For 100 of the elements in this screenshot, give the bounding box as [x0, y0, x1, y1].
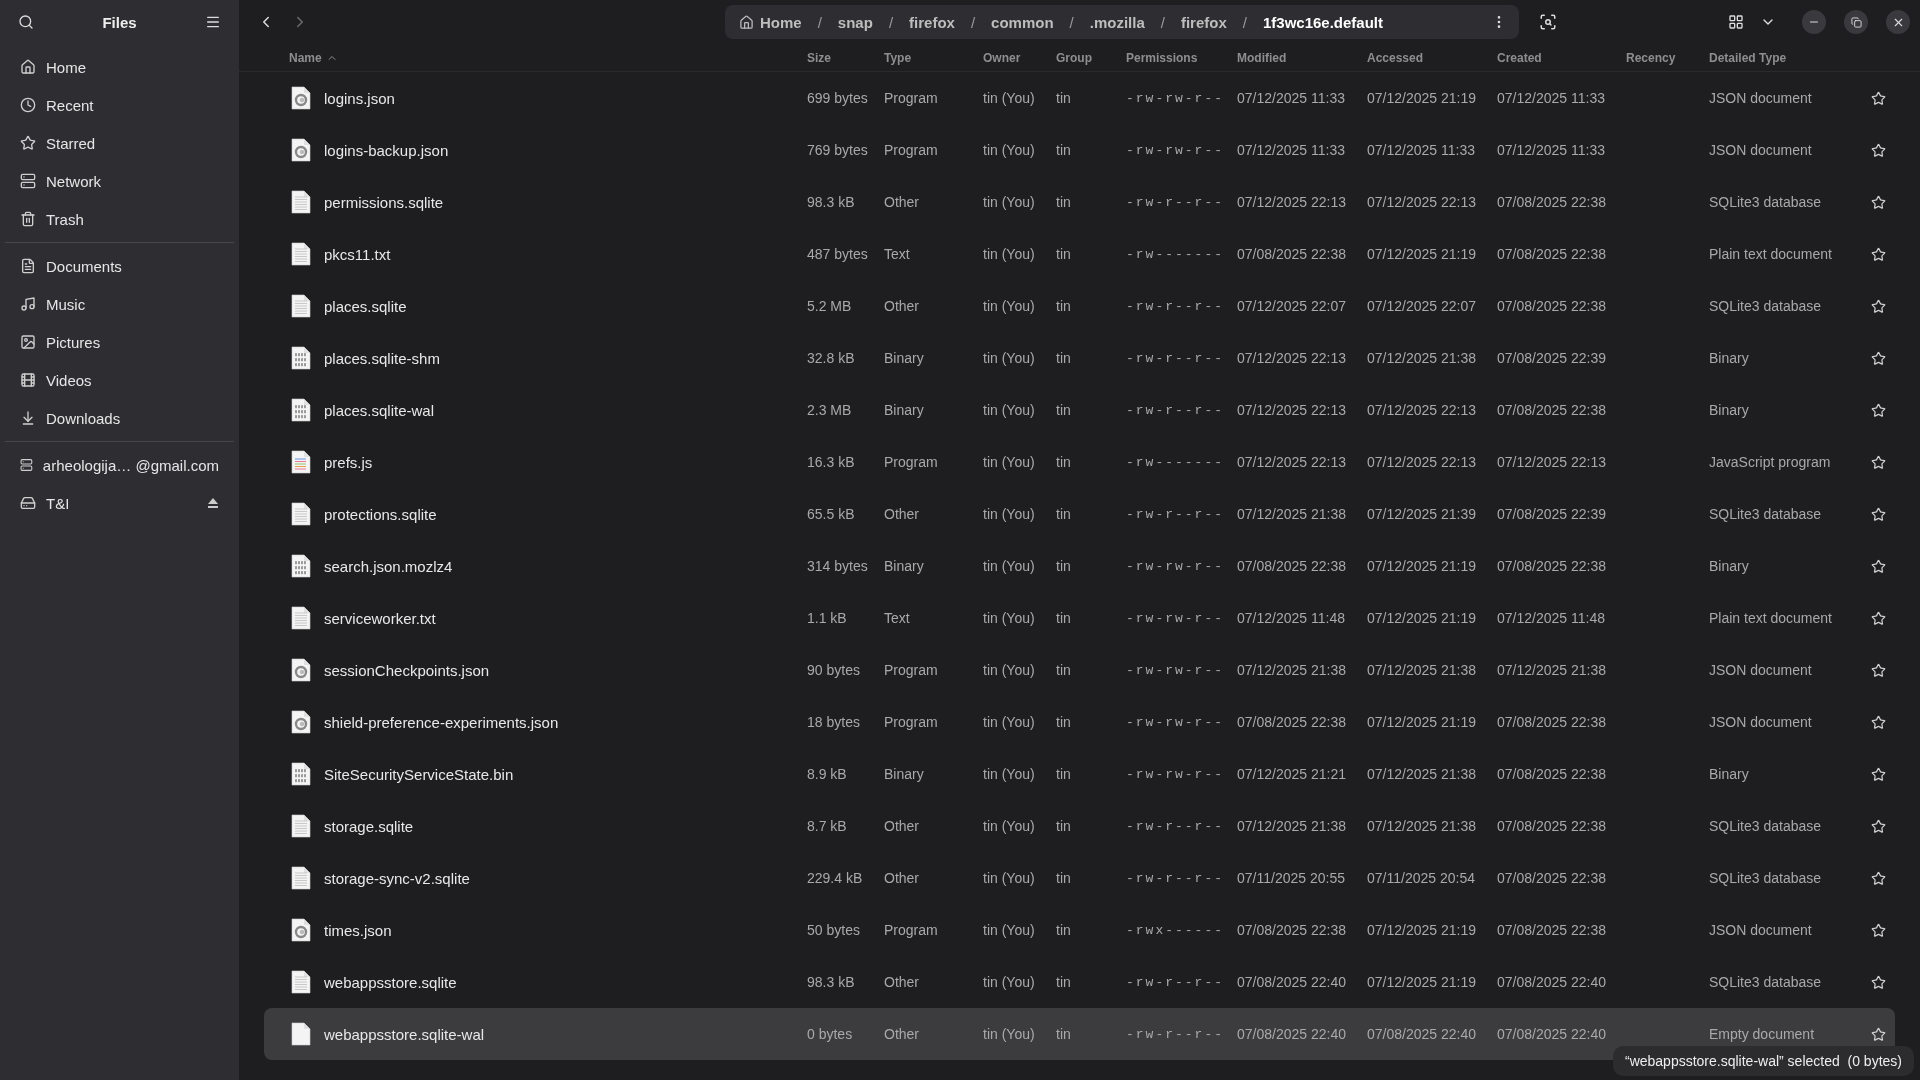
detailed-type: SQLite3 database — [1709, 506, 1823, 522]
path-segment[interactable]: Home — [735, 11, 806, 33]
file-name: places.sqlite-shm — [324, 349, 440, 367]
column-header[interactable]: Type — [884, 50, 983, 65]
file-type: Other — [884, 298, 920, 314]
file-row[interactable]: webappsstore.sqlite 98.3 kB Other tin (You) tin -rw-r--r-- 07/08/2025 22:40 07/12/2025 21:19 07/08/2025 22:40 SQLite3 database — [264, 956, 1895, 1008]
file-row[interactable]: shield-preference-experiments.json 18 bytes Program tin (You) tin -rw-rw-r-- 07/08/2025 22:38 07/12/2025 21:19 07/08/2025 22:38 JSON document — [264, 696, 1895, 748]
path-segment[interactable]: firefox — [1176, 11, 1231, 33]
star-icon — [1871, 298, 1886, 314]
modified-date: 07/12/2025 21:38 — [1237, 818, 1347, 834]
path-segment[interactable]: firefox — [905, 11, 959, 33]
file-size: 229.4 kB — [807, 870, 864, 886]
sidebar-item[interactable]: Videos — [5, 361, 234, 399]
file-row[interactable]: prefs.js 16.3 kB Program tin (You) tin -rw------- 07/12/2025 22:13 07/12/2025 22:13 07/12/2025 22:13 JavaScript program — [264, 436, 1895, 488]
column-header[interactable]: Detailed Type — [1709, 50, 1862, 65]
column-header[interactable]: Group — [1056, 50, 1126, 65]
file-row[interactable]: storage-sync-v2.sqlite 229.4 kB Other tin (You) tin -rw-r--r-- 07/11/2025 20:55 07/11/2025 20:54 07/08/2025 22:38 SQLite3 database — [264, 852, 1895, 904]
sidebar-item[interactable]: Documents — [5, 247, 234, 285]
file-name: storage.sqlite — [324, 817, 414, 835]
detailed-type: JSON document — [1709, 714, 1813, 730]
star-icon — [1871, 142, 1886, 158]
file-size: 50 bytes — [807, 922, 861, 938]
file-size: 98.3 kB — [807, 194, 856, 210]
column-header[interactable]: Created — [1497, 50, 1626, 65]
sidebar-item[interactable]: Network — [5, 162, 234, 200]
modified-date: 07/12/2025 22:07 — [1237, 298, 1347, 314]
column-header[interactable]: Owner — [983, 50, 1056, 65]
maximize-button[interactable] — [1844, 10, 1868, 34]
sidebar-item[interactable]: arheologija… @gmail.com — [5, 446, 234, 484]
detailed-type: SQLite3 database — [1709, 870, 1823, 886]
file-row[interactable]: search.json.mozlz4 314 bytes Binary tin (You) tin -rw-rw-r-- 07/08/2025 22:38 07/12/2025 21:19 07/08/2025 22:38 Binary — [264, 540, 1895, 592]
sidebar-item[interactable]: Recent — [5, 86, 234, 124]
file-name: SiteSecurityServiceState.bin — [324, 765, 514, 783]
path-segment[interactable]: 1f3wc16e.default — [1258, 11, 1387, 33]
clock-icon — [20, 97, 36, 113]
sidebar-item[interactable]: Starred — [5, 124, 234, 162]
modified-date: 07/12/2025 11:33 — [1237, 142, 1346, 158]
detailed-type: Binary — [1709, 350, 1750, 366]
eject-icon[interactable] — [207, 497, 219, 509]
file-icon — [289, 190, 313, 214]
path-segment[interactable]: .mozilla — [1085, 11, 1149, 33]
file-icon — [289, 866, 313, 890]
file-row[interactable]: permissions.sqlite 98.3 kB Other tin (You) tin -rw-r--r-- 07/12/2025 22:13 07/12/2025 22:13 07/08/2025 22:38 SQLite3 database — [264, 176, 1895, 228]
sidebar-item[interactable]: Pictures — [5, 323, 234, 361]
sidebar-label: Videos — [46, 371, 93, 389]
column-header[interactable]: Modified — [1237, 50, 1367, 65]
file-row[interactable]: serviceworker.txt 1.1 kB Text tin (You) tin -rw-rw-r-- 07/12/2025 11:48 07/12/2025 21:19 07/12/2025 11:48 Plain text document — [264, 592, 1895, 644]
file-permissions: -rw-r--r-- — [1126, 1026, 1225, 1042]
path-segment[interactable]: snap — [833, 11, 877, 33]
sidebar-item[interactable]: Home — [5, 48, 234, 86]
file-name: sessionCheckpoints.json — [324, 661, 490, 679]
file-row[interactable]: times.json 50 bytes Program tin (You) tin -rwx------ 07/08/2025 22:38 07/12/2025 21:19 07/08/2025 22:38 JSON document — [264, 904, 1895, 956]
column-header[interactable]: Recency — [1626, 50, 1709, 65]
created-date: 07/08/2025 22:38 — [1497, 766, 1607, 782]
sidebar-item[interactable]: Downloads — [5, 399, 234, 437]
created-date: 07/08/2025 22:38 — [1497, 298, 1607, 314]
minimize-button[interactable] — [1802, 10, 1826, 34]
sidebar-item[interactable]: Trash — [5, 200, 234, 238]
modified-date: 07/08/2025 22:40 — [1237, 974, 1347, 990]
file-row[interactable]: SiteSecurityServiceState.bin 8.9 kB Binary tin (You) tin -rw-rw-r-- 07/12/2025 21:21 07/12/2025 21:38 07/08/2025 22:38 Binary — [264, 748, 1895, 800]
file-type: Binary — [884, 558, 925, 574]
accessed-date: 07/11/2025 20:54 — [1367, 870, 1476, 886]
sidebar-item[interactable]: Music — [5, 285, 234, 323]
file-size: 699 bytes — [807, 90, 869, 106]
sidebar-label: Pictures — [46, 333, 102, 351]
file-owner: tin (You) — [983, 922, 1036, 938]
file-permissions: -rw-r--r-- — [1126, 974, 1225, 990]
created-date: 07/08/2025 22:38 — [1497, 870, 1607, 886]
star-icon — [1871, 246, 1886, 262]
file-type: Other — [884, 194, 920, 210]
file-size: 0 bytes — [807, 1026, 854, 1042]
column-header[interactable]: Name — [289, 50, 807, 65]
file-group: tin — [1056, 506, 1126, 522]
created-date: 07/12/2025 11:48 — [1497, 610, 1606, 626]
close-button[interactable] — [1886, 10, 1910, 34]
file-row[interactable]: places.sqlite-wal 2.3 MB Binary tin (You) tin -rw-r--r-- 07/12/2025 22:13 07/12/2025 22:13 07/08/2025 22:38 Binary — [264, 384, 1895, 436]
file-row[interactable]: logins-backup.json 769 bytes Program tin (You) tin -rw-rw-r-- 07/12/2025 11:33 07/12/2025 11:33 07/12/2025 11:33 JSON document — [264, 124, 1895, 176]
file-row[interactable]: places.sqlite 5.2 MB Other tin (You) tin -rw-r--r-- 07/12/2025 22:07 07/12/2025 22:07 07/08/2025 22:38 SQLite3 database — [264, 280, 1895, 332]
file-size: 5.2 MB — [807, 298, 853, 314]
file-name: search.json.mozlz4 — [324, 557, 453, 575]
path-segment[interactable]: common — [987, 11, 1058, 33]
sidebar-item[interactable]: T&I — [5, 484, 234, 522]
file-permissions: -rwx------ — [1126, 922, 1225, 938]
file-row[interactable]: storage.sqlite 8.7 kB Other tin (You) tin -rw-r--r-- 07/12/2025 21:38 07/12/2025 21:38 07/08/2025 22:38 SQLite3 database — [264, 800, 1895, 852]
file-group: tin — [1056, 402, 1126, 418]
accessed-date: 07/12/2025 22:13 — [1367, 402, 1477, 418]
file-permissions: -rw-r--r-- — [1126, 818, 1225, 834]
column-header[interactable]: Size — [807, 50, 884, 65]
column-header[interactable]: Permissions — [1126, 50, 1237, 65]
drive-icon — [20, 495, 36, 511]
file-row[interactable]: logins.json 699 bytes Program tin (You) tin -rw-rw-r-- 07/12/2025 11:33 07/12/2025 21:19 07/12/2025 11:33 JSON document — [264, 72, 1895, 124]
column-header[interactable]: Accessed — [1367, 50, 1497, 65]
file-row[interactable]: pkcs11.txt 487 bytes Text tin (You) tin -rw------- 07/08/2025 22:38 07/12/2025 21:19 07/08/2025 22:38 Plain text document — [264, 228, 1895, 280]
file-type: Program — [884, 662, 939, 678]
file-row[interactable]: protections.sqlite 65.5 kB Other tin (You) tin -rw-r--r-- 07/12/2025 21:38 07/12/2025 21:39 07/08/2025 22:39 SQLite3 database — [264, 488, 1895, 540]
file-row[interactable]: places.sqlite-shm 32.8 kB Binary tin (You) tin -rw-r--r-- 07/12/2025 22:13 07/12/2025 21:38 07/08/2025 22:39 Binary — [264, 332, 1895, 384]
file-row[interactable]: sessionCheckpoints.json 90 bytes Program tin (You) tin -rw-rw-r-- 07/12/2025 21:38 07/12/2025 21:38 07/12/2025 21:38 JSON document — [264, 644, 1895, 696]
file-group: tin — [1056, 246, 1126, 262]
picture-icon — [20, 334, 36, 350]
sidebar-label: arheologija… @gmail.com — [42, 456, 219, 474]
